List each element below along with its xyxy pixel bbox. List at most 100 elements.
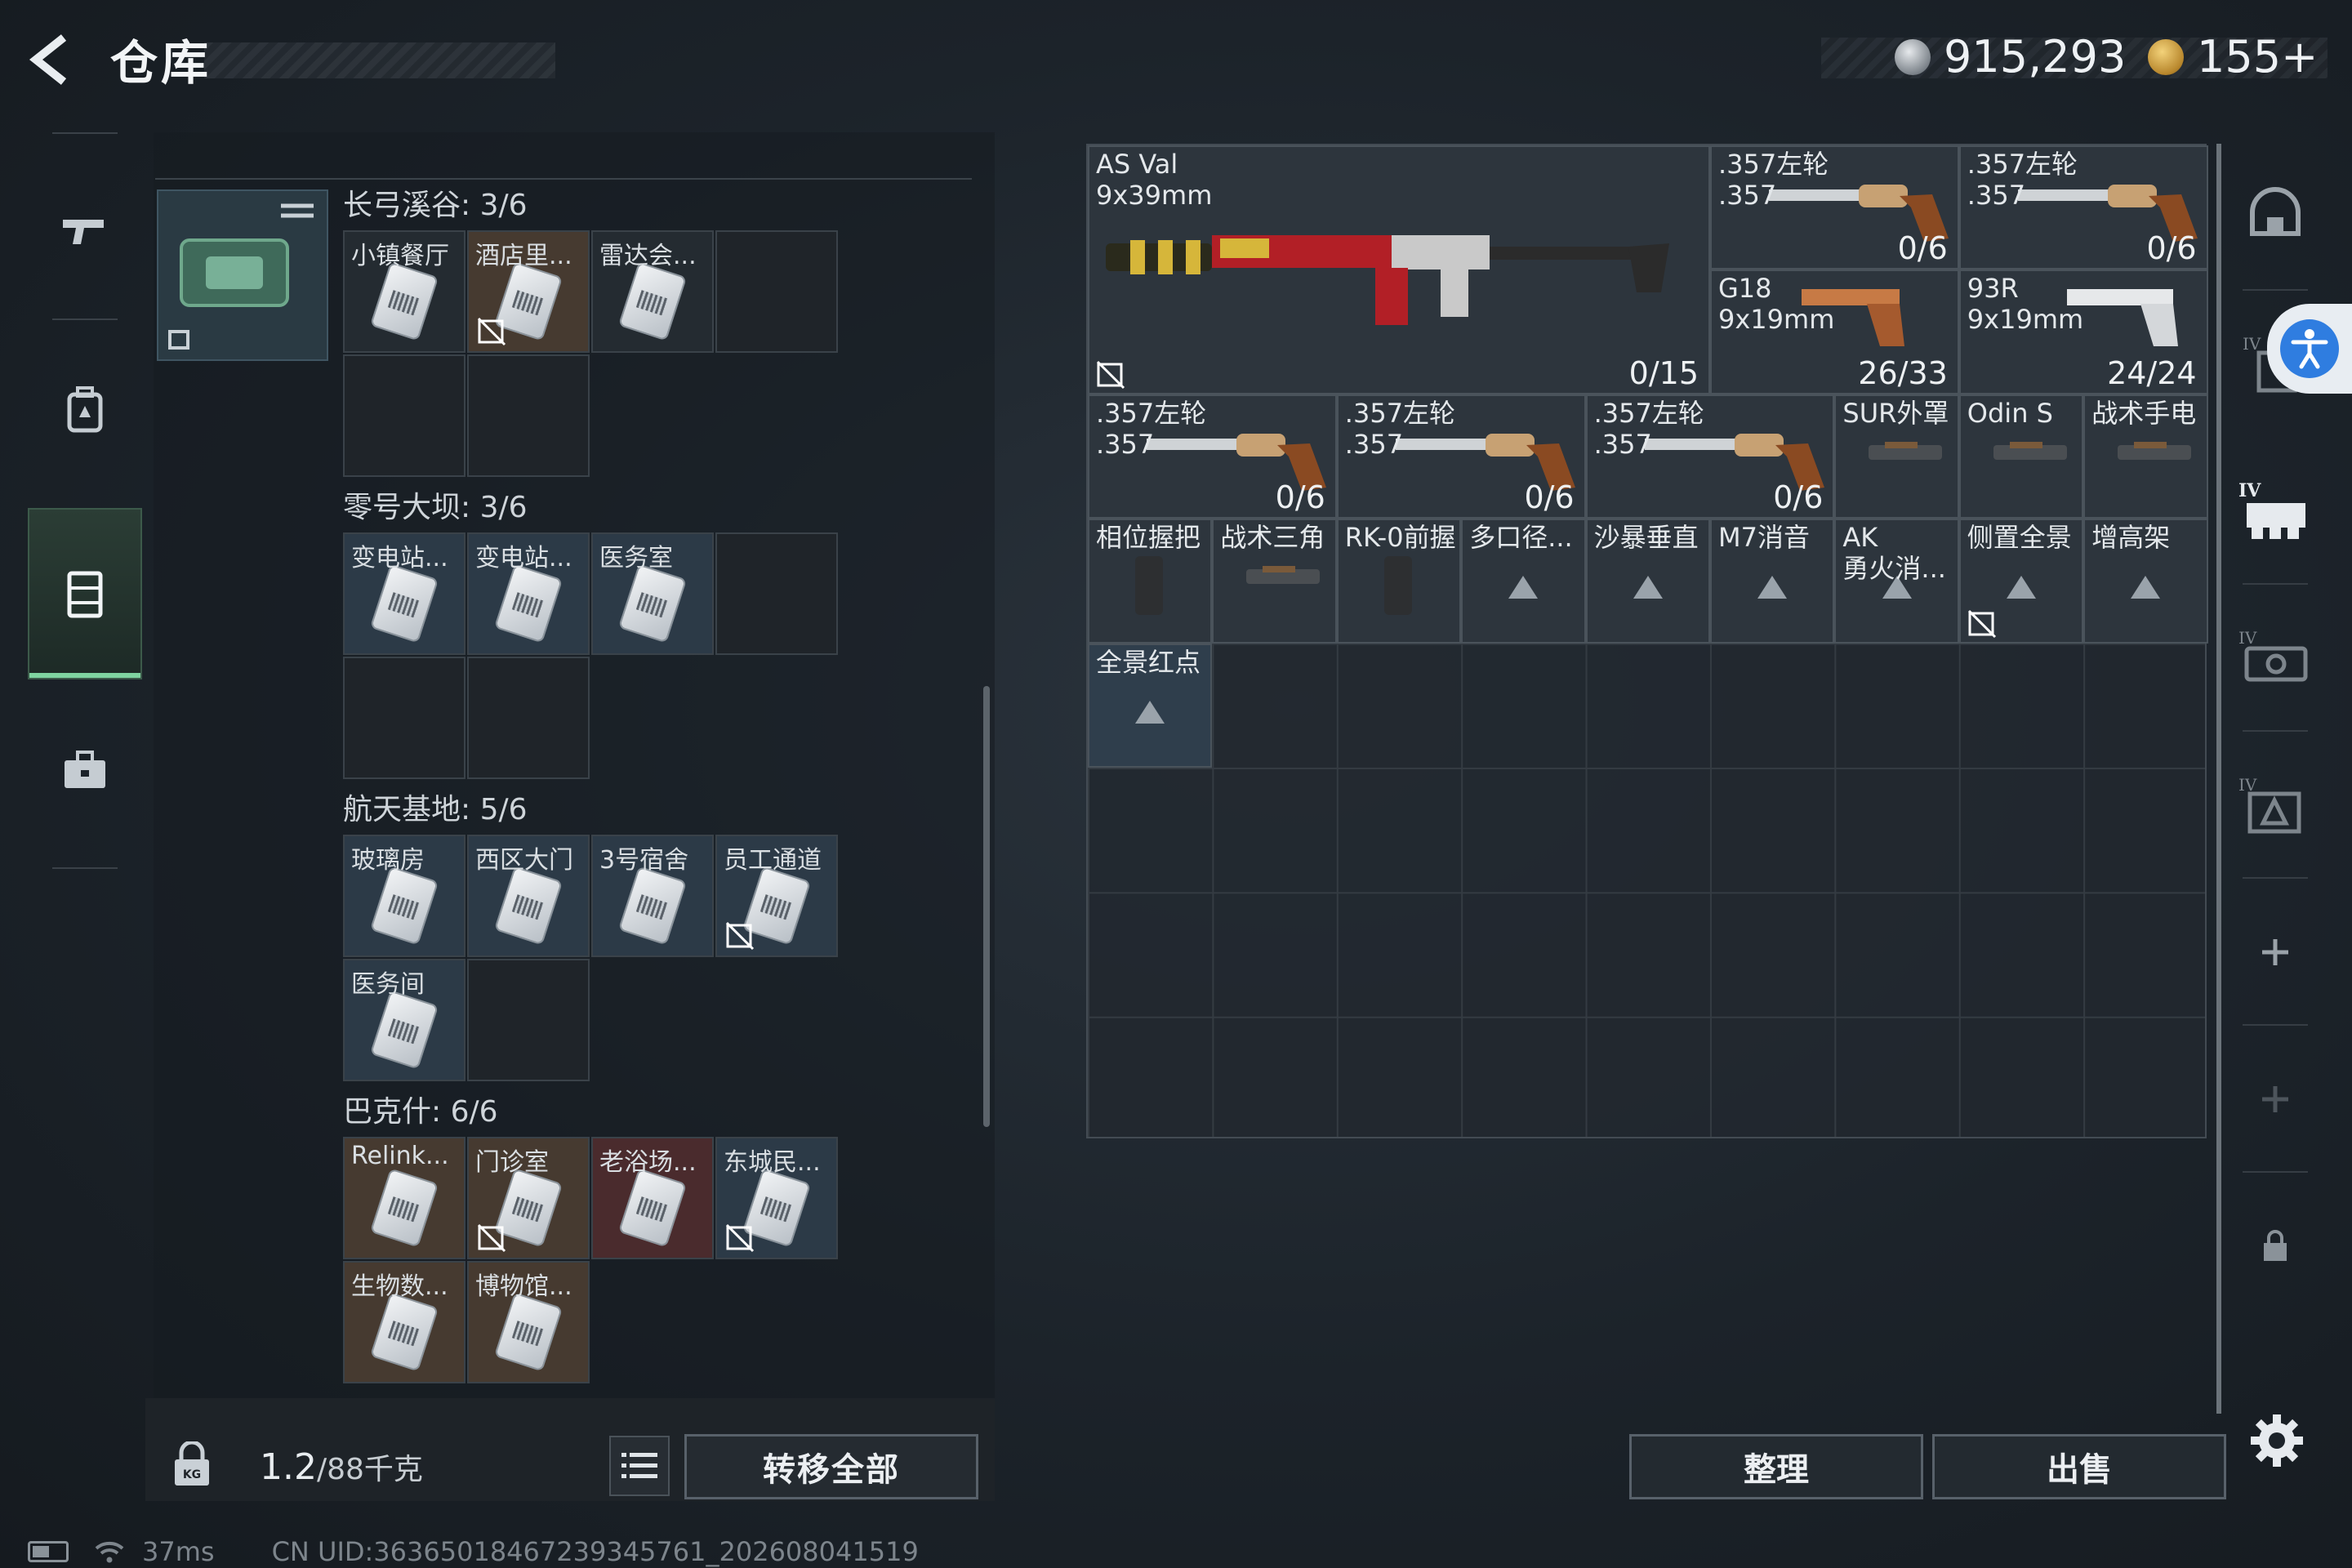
accessibility-button[interactable] <box>2267 304 2352 394</box>
inventory-item[interactable]: M7消音 <box>1710 519 1835 644</box>
keycard-item[interactable]: 医务室 <box>591 532 714 655</box>
tab-chest-rig[interactable]: IV <box>2218 438 2332 585</box>
transfer-all-button[interactable]: 转移全部 <box>684 1434 978 1499</box>
attachment-placeholder-icon <box>2006 576 2036 599</box>
empty-slot[interactable] <box>467 657 590 779</box>
silver-coin-icon <box>1895 38 1931 75</box>
tab-backpack[interactable]: IV <box>2218 585 2332 732</box>
inventory-item[interactable]: 93R 9x19mm 24/24 <box>1958 270 2208 394</box>
list-view-button[interactable] <box>609 1436 670 1496</box>
tab-pouch[interactable]: IV <box>2218 732 2332 879</box>
empty-slot[interactable] <box>343 354 466 477</box>
keycard-item[interactable]: Relink... <box>343 1137 466 1259</box>
keycard-item[interactable]: 博物馆... <box>467 1261 590 1383</box>
ammo-count: 24/24 <box>2107 354 2197 391</box>
tab-weapons[interactable] <box>28 149 142 312</box>
keycard-label: 3号宿舍 <box>599 846 689 875</box>
inventory-item[interactable]: AS Val 9x39mm 0/15 <box>1088 145 1710 394</box>
title-decoration <box>204 42 555 78</box>
keycard-icon <box>496 1294 561 1370</box>
uid-text: CN UID:3636501846723934576​1_20260804151… <box>271 1536 919 1567</box>
list-icon <box>621 1453 657 1478</box>
keycard-label: 变电站... <box>351 544 448 572</box>
keycard-label: Relink... <box>351 1142 449 1170</box>
inventory-item[interactable]: .357左轮 .357 0/6 <box>1585 394 1835 519</box>
empty-slot[interactable] <box>715 230 838 353</box>
inventory-item[interactable]: 沙暴垂直 <box>1585 519 1710 644</box>
item-name: .357左轮 .357 <box>1344 397 1456 460</box>
silver-currency[interactable]: 915,293 <box>1895 31 2126 82</box>
inventory-item[interactable]: AK 勇火消... <box>1834 519 1959 644</box>
inventory-item[interactable]: 多口径... <box>1461 519 1586 644</box>
tab-toolbox[interactable] <box>28 688 142 851</box>
keycard-item[interactable]: 小镇餐厅 <box>343 230 466 353</box>
inventory-item[interactable]: 战术三角 <box>1212 519 1337 644</box>
keycard-item[interactable]: 3号宿舍 <box>591 835 714 957</box>
keycard-item[interactable]: 员工通道 <box>715 835 838 957</box>
weight-readout: 1.2/88千克 <box>260 1446 423 1488</box>
add-slot-button[interactable] <box>2218 879 2332 1026</box>
attachment-icon <box>1238 559 1328 595</box>
attachment-placeholder-icon <box>1633 576 1663 599</box>
tab-safe-box[interactable] <box>2218 144 2332 291</box>
storage-header-strip <box>155 137 972 180</box>
keycard-icon <box>496 867 561 943</box>
silver-amount: 915,293 <box>1944 31 2127 82</box>
tab-storage[interactable] <box>28 508 142 679</box>
attachment-icon <box>1378 553 1419 621</box>
keycard-item[interactable]: 老浴场... <box>591 1137 714 1259</box>
tab-gear[interactable] <box>28 328 142 492</box>
item-name: .357左轮 .357 <box>1718 149 1829 211</box>
inventory-item[interactable]: .357左轮 .357 0/6 <box>1088 394 1337 519</box>
item-name: 多口径... <box>1469 522 1573 554</box>
add-slot-button-2[interactable] <box>2218 1026 2332 1173</box>
settings-button[interactable] <box>2247 1411 2306 1470</box>
gold-currency[interactable]: 155+ <box>2148 31 2318 82</box>
weight-max: /88千克 <box>316 1453 423 1486</box>
sell-button[interactable]: 出售 <box>1932 1434 2226 1499</box>
keycard-item[interactable]: 酒店里... <box>467 230 590 353</box>
keycard-item[interactable]: 门诊室 <box>467 1137 590 1259</box>
gold-amount: 155+ <box>2197 31 2319 82</box>
keycard-item[interactable]: 西区大门 <box>467 835 590 957</box>
inventory-item[interactable]: RK-0前握 <box>1336 519 1462 644</box>
gear-icon <box>2251 1414 2303 1467</box>
keycard-item[interactable]: 生物数... <box>343 1261 466 1383</box>
back-button[interactable] <box>24 31 82 88</box>
empty-slot[interactable] <box>343 657 466 779</box>
inventory-item[interactable]: .357左轮 .357 0/6 <box>1958 145 2208 270</box>
keycard-item[interactable]: 玻璃房 <box>343 835 466 957</box>
svg-text:IV: IV <box>2238 628 2257 648</box>
item-name: AS Val 9x39mm <box>1096 149 1213 211</box>
inventory-item[interactable]: 增高架 <box>2083 519 2208 644</box>
inventory-item[interactable]: 战术手电 <box>2083 394 2208 519</box>
inventory-item[interactable]: G18 9x19mm 26/33 <box>1710 270 1959 394</box>
keycard-icon <box>620 867 685 943</box>
no-trade-icon <box>1967 609 1996 638</box>
inventory-item[interactable]: Odin S <box>1958 394 2084 519</box>
keycard-item[interactable]: 东城民... <box>715 1137 838 1259</box>
svg-text:IV: IV <box>2238 480 2261 501</box>
ammo-count: 0/6 <box>2146 230 2197 267</box>
keycard-item[interactable]: 变电站... <box>467 532 590 655</box>
inventory-item[interactable]: 全景红点 <box>1088 643 1213 768</box>
empty-slot[interactable] <box>467 354 590 477</box>
keycard-item[interactable]: 变电站... <box>343 532 466 655</box>
empty-slot[interactable] <box>467 959 590 1081</box>
section-title: 零号大坝: 3/6 <box>343 491 528 524</box>
storage-scrollbar[interactable] <box>983 686 990 1127</box>
inventory-item[interactable]: .357左轮 .357 0/6 <box>1710 145 1959 270</box>
weapon-icon <box>1098 211 1686 336</box>
keycard-icon <box>620 263 685 339</box>
keycard-case[interactable] <box>157 189 328 361</box>
keycard-icon <box>372 991 437 1067</box>
inventory-item[interactable]: SUR外罩 <box>1834 394 1959 519</box>
keycard-label: 门诊室 <box>475 1148 549 1177</box>
keycard-item[interactable]: 医务间 <box>343 959 466 1081</box>
empty-slot[interactable] <box>715 532 838 655</box>
keycard-item[interactable]: 雷达会... <box>591 230 714 353</box>
inventory-item[interactable]: 相位握把 <box>1088 519 1213 644</box>
inventory-item[interactable]: 侧置全景 <box>1958 519 2084 644</box>
sort-button[interactable]: 整理 <box>1629 1434 1923 1499</box>
inventory-item[interactable]: .357左轮 .357 0/6 <box>1336 394 1586 519</box>
